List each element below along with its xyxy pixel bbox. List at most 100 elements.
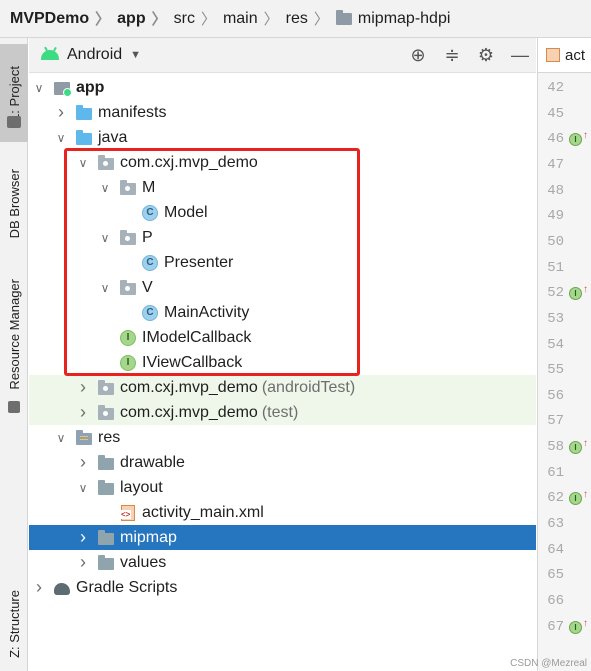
chevron-down-icon[interactable]: ∨ [55, 431, 67, 445]
structure-tool-tab-label: Z: Structure [6, 590, 22, 658]
breadcrumb-item[interactable]: res 〉 [286, 8, 336, 29]
tree-node[interactable]: I IViewCallback [29, 350, 536, 375]
db-browser-tool-tab[interactable]: DB Browser [0, 154, 28, 254]
chevron-down-icon[interactable]: ∨ [55, 131, 67, 145]
chevron-down-icon[interactable]: ∨ [77, 481, 89, 495]
tree-node-label: activity_main.xml [142, 503, 264, 521]
resource-manager-icon [0, 398, 28, 416]
resource-manager-tool-tab-label: Resource Manager [6, 278, 22, 390]
settings-icon[interactable]: ⚙ [476, 45, 496, 66]
editor-gutter: act 42 45 46 I ↑ 47 48 49 50 51 52 I ↑ 53 54 55 56 57 58 I ↑… [537, 38, 591, 671]
tree-node-label: M [142, 178, 156, 196]
tree-node-label: com.cxj.mvp_demo [120, 403, 258, 421]
tree-node[interactable]: › Gradle Scripts [29, 575, 536, 600]
collapse-all-icon[interactable]: ≑ [442, 45, 462, 66]
tree-node[interactable]: ∨ app [29, 75, 536, 100]
navigate-up-icon[interactable]: ↑ [583, 618, 588, 629]
tree-node[interactable]: › com.cxj.mvp_demo (androidTest) [29, 375, 536, 400]
tree-node[interactable]: I IModelCallback [29, 325, 536, 350]
editor-tab-label: act [565, 46, 586, 64]
resource-manager-tool-tab[interactable]: Resource Manager [0, 272, 28, 396]
tree-node[interactable]: ∨ com.cxj.mvp_demo [29, 150, 536, 175]
breadcrumb-item[interactable]: mipmap-hdpi [335, 9, 450, 28]
tree-node[interactable]: ∨ M [29, 175, 536, 200]
chevron-right-icon[interactable]: › [77, 527, 89, 548]
chevron-right-icon[interactable]: › [55, 102, 67, 123]
chevron-right-icon[interactable]: › [77, 552, 89, 573]
navigate-up-icon[interactable]: ↑ [583, 130, 588, 141]
xml-layout-icon [120, 504, 136, 521]
folder-icon [98, 479, 114, 496]
gradle-icon [54, 580, 70, 596]
structure-tool-tab[interactable]: Z: Structure [0, 578, 28, 670]
navigation-breadcrumb: MVPDemo 〉 app 〉 src 〉 main 〉 res 〉 mipmap-hdpi [0, 0, 591, 38]
navigate-up-icon[interactable]: ↑ [583, 489, 588, 500]
res-folder-icon [76, 429, 92, 446]
interface-icon: I [120, 354, 136, 371]
tree-node[interactable]: ∨ P [29, 225, 536, 250]
breadcrumb-item[interactable]: app 〉 [117, 8, 173, 29]
line-number: 49 [547, 208, 564, 225]
tree-node[interactable]: activity_main.xml [29, 500, 536, 525]
class-icon: C [142, 204, 158, 221]
project-tool-tab-label: 1: Project [6, 65, 22, 121]
chevron-right-icon[interactable]: › [77, 452, 89, 473]
line-number: 46 [547, 131, 564, 148]
implements-method-icon[interactable]: I [569, 287, 582, 301]
xml-file-icon [546, 48, 560, 62]
implements-method-icon[interactable]: I [569, 492, 582, 506]
implements-method-icon[interactable]: I [569, 441, 582, 455]
implements-method-icon[interactable]: I [569, 133, 582, 147]
breadcrumb-item[interactable]: src 〉 [174, 8, 223, 29]
breadcrumb-label: main [222, 9, 258, 27]
view-mode-selector[interactable]: Android [67, 46, 122, 64]
minimize-icon[interactable]: — [510, 45, 530, 66]
tree-node-label: Gradle Scripts [76, 578, 178, 596]
chevron-right-icon[interactable]: › [77, 402, 89, 423]
tree-node[interactable]: C Presenter [29, 250, 536, 275]
breadcrumb-item[interactable]: MVPDemo 〉 [10, 8, 117, 29]
breadcrumb-label: MVPDemo [10, 9, 90, 27]
folder-blue-icon [76, 104, 92, 121]
tree-node[interactable]: › manifests [29, 100, 536, 125]
chevron-right-icon[interactable]: › [33, 577, 45, 598]
tree-node[interactable]: › values [29, 550, 536, 575]
breadcrumb-item[interactable]: main 〉 [223, 8, 286, 29]
tree-node[interactable]: › drawable [29, 450, 536, 475]
tree-node-label: java [98, 128, 128, 146]
line-number: 61 [547, 464, 564, 481]
breadcrumb-separator-icon: 〉 [151, 11, 167, 28]
tree-node-label: layout [120, 478, 163, 496]
navigate-up-icon[interactable]: ↑ [583, 284, 588, 295]
tree-node[interactable]: › mipmap [29, 525, 536, 550]
chevron-down-icon[interactable]: ∨ [99, 281, 111, 295]
line-number: 66 [547, 593, 564, 609]
breadcrumb-label: res [285, 9, 308, 27]
tree-node[interactable]: ∨ V [29, 275, 536, 300]
tree-node[interactable]: C Model [29, 200, 536, 225]
tree-node[interactable]: C MainActivity [29, 300, 536, 325]
chevron-down-icon[interactable]: ∨ [77, 156, 89, 170]
chevron-down-icon[interactable]: ∨ [33, 81, 45, 95]
locate-icon[interactable]: ⊕ [408, 45, 428, 66]
tree-node[interactable]: ∨ layout [29, 475, 536, 500]
panel-toolbar: ⊕ ≑ ⚙ — [408, 38, 530, 73]
chevron-right-icon[interactable]: › [77, 377, 89, 398]
line-number: 58 [547, 439, 564, 456]
chevron-down-icon[interactable]: ▼ [130, 49, 141, 61]
tree-node[interactable]: › com.cxj.mvp_demo (test) [29, 400, 536, 425]
chevron-down-icon[interactable]: ∨ [99, 231, 111, 245]
breadcrumb-separator-icon: 〉 [313, 11, 329, 28]
navigate-up-icon[interactable]: ↑ [583, 438, 588, 449]
tree-node[interactable]: ∨ res [29, 425, 536, 450]
project-panel-header: Android ▼ ⊕ ≑ ⚙ — [29, 38, 536, 73]
tree-node-label: manifests [98, 103, 167, 121]
tree-node[interactable]: ∨ java [29, 125, 536, 150]
folder-icon [335, 9, 352, 25]
line-number: 65 [547, 567, 564, 584]
line-number: 51 [547, 259, 564, 276]
tree-node-label: Presenter [164, 253, 234, 271]
implements-method-icon[interactable]: I [569, 620, 582, 634]
chevron-down-icon[interactable]: ∨ [99, 181, 111, 195]
editor-tab[interactable]: act [538, 38, 591, 73]
